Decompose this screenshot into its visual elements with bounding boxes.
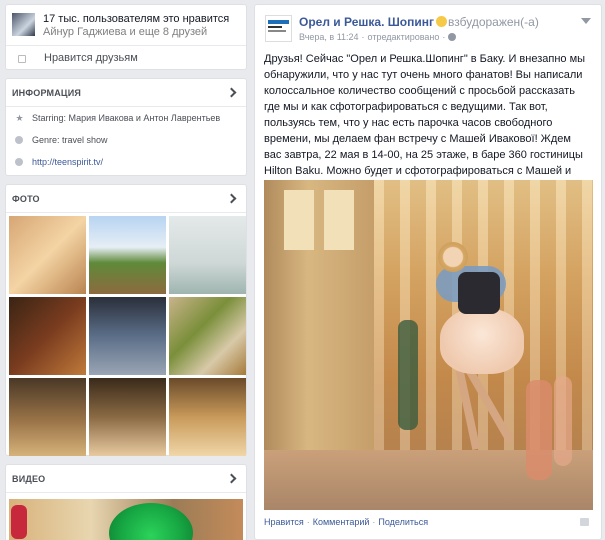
website-link[interactable]: http://teenspirit.tv/ [32,157,103,167]
post-time[interactable]: Вчера, в 11:24 [299,32,359,42]
info-card: ИНФОРМАЦИЯ ★ Starring: Мария Ивакова и А… [5,78,247,176]
page-avatar[interactable] [265,15,292,42]
info-header[interactable]: ИНФОРМАЦИЯ [6,79,246,107]
video-title: ВИДЕО [12,473,46,484]
post-photo[interactable] [264,180,593,510]
info-website[interactable]: http://teenspirit.tv/ [6,151,246,173]
feeling-text: взбудоражен(-а) [448,15,539,29]
post-title-line: Орел и Решка. Шопинг взбудоражен(-а) [299,15,539,29]
friends-icon [18,55,26,63]
chevron-right-icon[interactable] [226,193,237,204]
photo-thumbnail[interactable] [169,297,246,375]
chevron-right-icon[interactable] [226,473,237,484]
photos-card: ФОТО [5,184,247,456]
excited-emoji-icon [436,16,447,27]
post-text: Друзья! Сейчас "Орел и Решка.Шопинг" в Б… [264,53,586,177]
photo-passerby-man [398,320,418,430]
photo-thumbnail[interactable] [9,216,86,294]
post-options-chevron-icon[interactable] [581,18,591,24]
photo-thumbnail[interactable] [9,297,86,375]
photos-header[interactable]: ФОТО [6,185,246,213]
post-card: Орел и Решка. Шопинг взбудоражен(-а) Вчер… [254,4,602,540]
genre-text: Genre: travel show [32,135,108,145]
likes-card: 17 тыс. пользователям это нравится Айнур… [5,4,247,70]
chevron-right-icon[interactable] [226,87,237,98]
comment-icon[interactable] [580,518,589,526]
friends-like-button[interactable]: Нравится друзьям [6,46,246,64]
likes-count: 17 тыс. пользователям это нравится [43,13,230,25]
post-meta: Вчера, в 11:24 · отредактировано · [299,32,539,42]
photo-passerby-woman [526,380,552,480]
info-starring: ★ Starring: Мария Ивакова и Антон Лаврен… [6,107,246,129]
friend-avatar[interactable] [12,13,35,36]
globe-icon [448,33,457,41]
photo-grid [6,213,246,456]
star-icon: ★ [15,112,24,123]
video-green-wig [109,503,193,540]
photo-thumbnail[interactable] [89,378,166,456]
info-circle-icon [15,136,23,144]
friends-like-label: Нравится друзьям [44,52,138,64]
photo-thumbnail[interactable] [169,378,246,456]
post-edited[interactable]: отредактировано [368,32,440,42]
video-card: ВИДЕО [5,464,247,540]
photo-thumbnail[interactable] [89,216,166,294]
video-figure [11,505,27,539]
video-thumbnail[interactable] [9,499,243,540]
photo-thumbnail[interactable] [9,378,86,456]
post-actions: Нравится · Комментарий · Поделиться [264,517,429,527]
likes-summary[interactable]: 17 тыс. пользователям это нравится Айнур… [6,5,246,46]
likes-friends-names[interactable]: Айнур Гаджиева и еще 8 друзей [43,26,229,39]
post-header: Орел и Решка. Шопинг взбудоражен(-а) Вчер… [255,5,601,51]
photo-jumping-woman-skirt [440,308,524,374]
photo-thumbnail[interactable] [169,216,246,294]
globe-icon [15,158,23,166]
info-title: ИНФОРМАЦИЯ [12,87,82,98]
page-name-link[interactable]: Орел и Решка. Шопинг [299,15,434,29]
like-link[interactable]: Нравится [264,517,304,527]
info-genre: Genre: travel show [6,129,246,151]
video-header[interactable]: ВИДЕО [6,465,246,493]
share-link[interactable]: Поделиться [378,517,428,527]
photos-title: ФОТО [12,193,40,204]
photo-passerby-woman-2 [554,376,572,466]
left-column: 17 тыс. пользователям это нравится Айнур… [5,4,247,540]
photo-jumping-woman-head [438,242,468,272]
comment-link[interactable]: Комментарий [313,517,370,527]
starring-text: Starring: Мария Ивакова и Антон Лавренть… [32,113,221,123]
photo-thumbnail[interactable] [89,297,166,375]
